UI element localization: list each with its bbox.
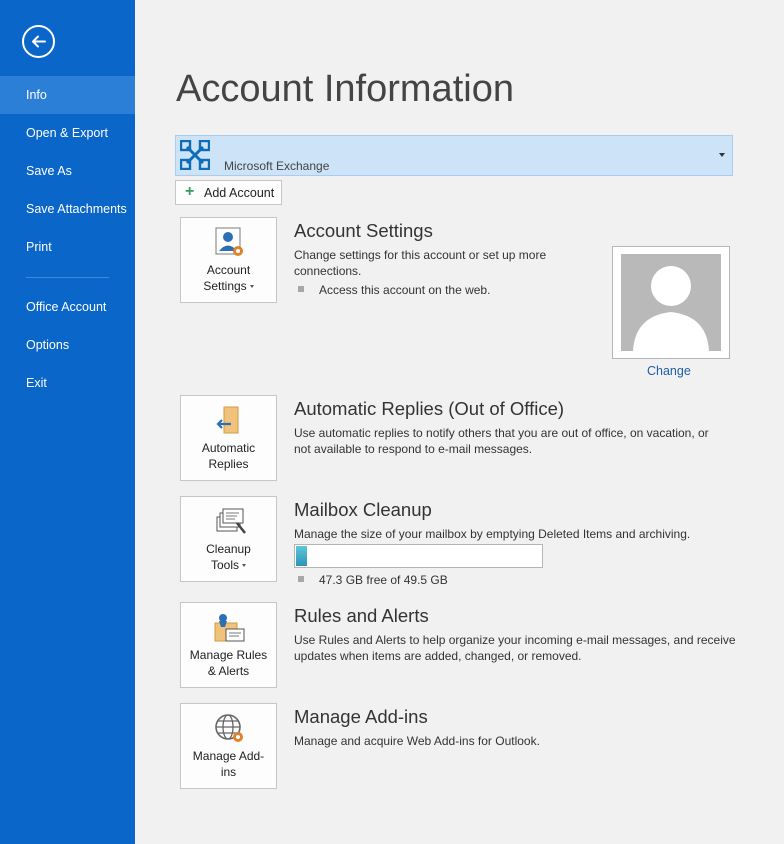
desc-line: Manage and acquire Web Add-ins for Outlo…	[294, 734, 540, 748]
section-title-account-settings: Account Settings	[294, 220, 433, 241]
section-desc-automatic-replies: Use automatic replies to notify others t…	[294, 425, 709, 457]
tile-label-line: Replies	[208, 457, 249, 471]
manage-rules-tile[interactable]: Manage Rules & Alerts	[180, 602, 277, 688]
cleanup-tools-icon	[216, 508, 246, 534]
add-account-button[interactable]: + Add Account	[175, 180, 282, 205]
desc-line: Change settings for this account or set …	[294, 248, 547, 262]
rules-alerts-icon	[214, 614, 245, 642]
tile-label-line: Manage Rules	[189, 648, 268, 662]
account-settings-tile-label: Account Settings	[181, 262, 276, 294]
tile-label-line: Cleanup	[206, 542, 251, 556]
section-desc-rules-alerts: Use Rules and Alerts to help organize yo…	[294, 632, 736, 664]
desc-line: connections.	[294, 264, 362, 278]
desc-line: Use Rules and Alerts to help organize yo…	[294, 633, 736, 647]
add-account-label: Add Account	[204, 186, 275, 200]
section-desc-account-settings: Change settings for this account or set …	[294, 247, 546, 279]
desc-line: updates when items are added, changed, o…	[294, 649, 582, 663]
cleanup-tools-tile-label: Cleanup Tools	[181, 541, 276, 573]
manage-addins-tile[interactable]: Manage Add- ins	[180, 703, 277, 789]
tile-label-line: Automatic	[201, 441, 256, 455]
automatic-replies-tile[interactable]: Automatic Replies	[180, 395, 277, 481]
desc-line: Manage the size of your mailbox by empty…	[294, 527, 691, 541]
exchange-icon	[180, 140, 210, 170]
storage-text: 47.3 GB free of 49.5 GB	[319, 573, 448, 587]
tile-label-line: & Alerts	[207, 664, 250, 678]
nav-item-open-export[interactable]: Open & Export	[0, 114, 135, 152]
nav-item-save-as[interactable]: Save As	[0, 152, 135, 190]
tile-label-line: Tools	[210, 558, 239, 572]
mailbox-storage-bar	[294, 544, 543, 568]
back-arrow-icon	[32, 35, 46, 48]
section-title-automatic-replies: Automatic Replies (Out of Office)	[294, 398, 565, 419]
caret-down-icon	[249, 285, 254, 289]
account-settings-tile[interactable]: Account Settings	[180, 217, 277, 303]
account-selector-value: Microsoft Exchange	[224, 159, 330, 173]
mailbox-storage-fill	[296, 546, 307, 566]
account-settings-icon	[215, 227, 243, 256]
change-photo-link[interactable]: Change	[647, 364, 691, 378]
section-title-addins: Manage Add-ins	[294, 706, 428, 727]
nav-item-save-attachments[interactable]: Save Attachments	[0, 190, 135, 228]
person-placeholder-icon	[633, 266, 709, 351]
nav-item-print[interactable]: Print	[0, 228, 135, 266]
manage-rules-tile-label: Manage Rules & Alerts	[181, 647, 276, 679]
profile-photo[interactable]	[612, 246, 730, 359]
desc-line: Use automatic replies to notify others t…	[294, 426, 709, 440]
account-selector[interactable]: Microsoft Exchange	[175, 135, 733, 176]
tile-label-line: Account	[206, 263, 251, 277]
backstage-sidebar: Info Open & Export Save As Save Attachme…	[0, 0, 135, 844]
tile-label-line: Manage Add-	[192, 749, 265, 763]
caret-down-icon	[242, 564, 246, 568]
nav-item-info[interactable]: Info	[0, 76, 135, 114]
cleanup-tools-tile[interactable]: Cleanup Tools	[180, 496, 277, 582]
automatic-replies-icon	[216, 406, 239, 434]
nav-divider	[26, 277, 109, 278]
addins-globe-icon	[215, 714, 243, 742]
desc-line: not available to respond to e-mail messa…	[294, 442, 533, 456]
nav-item-exit[interactable]: Exit	[0, 364, 135, 402]
avatar	[621, 254, 721, 351]
nav-item-options[interactable]: Options	[0, 326, 135, 364]
chevron-down-icon[interactable]	[719, 153, 725, 157]
section-title-rules-alerts: Rules and Alerts	[294, 605, 429, 626]
web-access-text[interactable]: Access this account on the web.	[319, 283, 490, 297]
nav-item-office-account[interactable]: Office Account	[0, 288, 135, 326]
back-button[interactable]	[22, 25, 55, 58]
plus-icon: +	[185, 183, 195, 200]
bullet-icon	[298, 576, 304, 582]
section-title-mailbox-cleanup: Mailbox Cleanup	[294, 499, 432, 520]
section-desc-mailbox-cleanup: Manage the size of your mailbox by empty…	[294, 526, 690, 542]
section-desc-addins: Manage and acquire Web Add-ins for Outlo…	[294, 733, 540, 749]
tile-label-line: ins	[220, 765, 237, 779]
tile-label-line: Settings	[203, 279, 247, 293]
bullet-icon	[298, 286, 304, 292]
page-title: Account Information	[176, 68, 514, 110]
manage-addins-tile-label: Manage Add- ins	[181, 748, 276, 780]
automatic-replies-tile-label: Automatic Replies	[181, 440, 276, 472]
